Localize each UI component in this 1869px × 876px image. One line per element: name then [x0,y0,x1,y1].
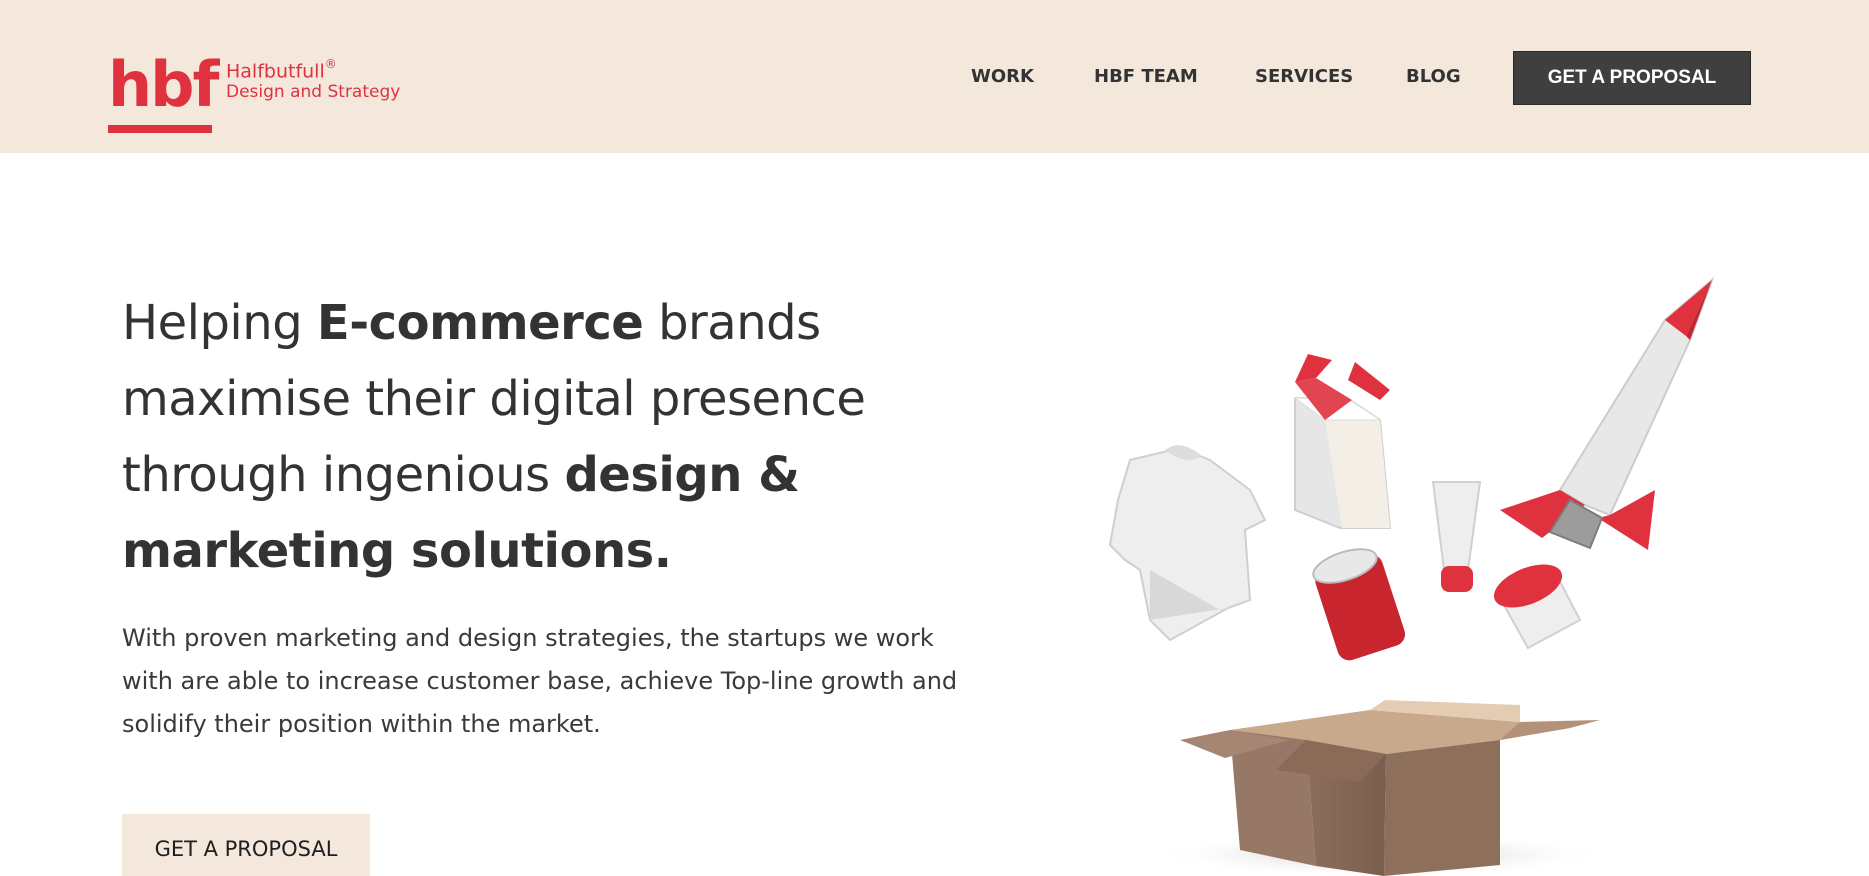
hero-get-proposal-button[interactable]: GET A PROPOSAL [122,814,370,876]
header-get-proposal-button[interactable]: GET A PROPOSAL [1513,51,1751,105]
jar-icon [1493,564,1582,650]
site-header: hbf Halfbutfull® Design and Strategy WOR… [0,0,1869,153]
logo-tagline: Design and Strategy [226,82,401,102]
nav-item-work[interactable]: WORK [971,66,1034,94]
registered-mark: ® [324,57,337,71]
rocket-icon [1500,276,1715,550]
hero-illustration [1108,276,1715,876]
nav-item-blog[interactable]: BLOG [1406,66,1461,94]
cardboard-box-icon [1150,700,1610,876]
tshirt-icon [1108,445,1267,642]
nav-item-hbf-team[interactable]: HBF TEAM [1094,66,1198,94]
can-icon [1312,548,1405,661]
nav-item-services[interactable]: SERVICES [1255,66,1353,94]
hero-title-bold: E-commerce [316,295,644,351]
site-logo[interactable]: hbf Halfbutfull® Design and Strategy [108,50,438,136]
logo-company-name: Halfbutfull® [226,54,337,83]
logo-underline [108,125,212,133]
hero-subtitle: With proven marketing and design strateg… [122,624,958,738]
logo-mark: hbf [108,48,219,121]
hero-title: Helping E-commerce brands maximise their… [122,285,922,589]
tube-icon [1431,481,1482,592]
hero-title-part: Helping [122,295,317,351]
product-box-icon [1293,354,1392,529]
